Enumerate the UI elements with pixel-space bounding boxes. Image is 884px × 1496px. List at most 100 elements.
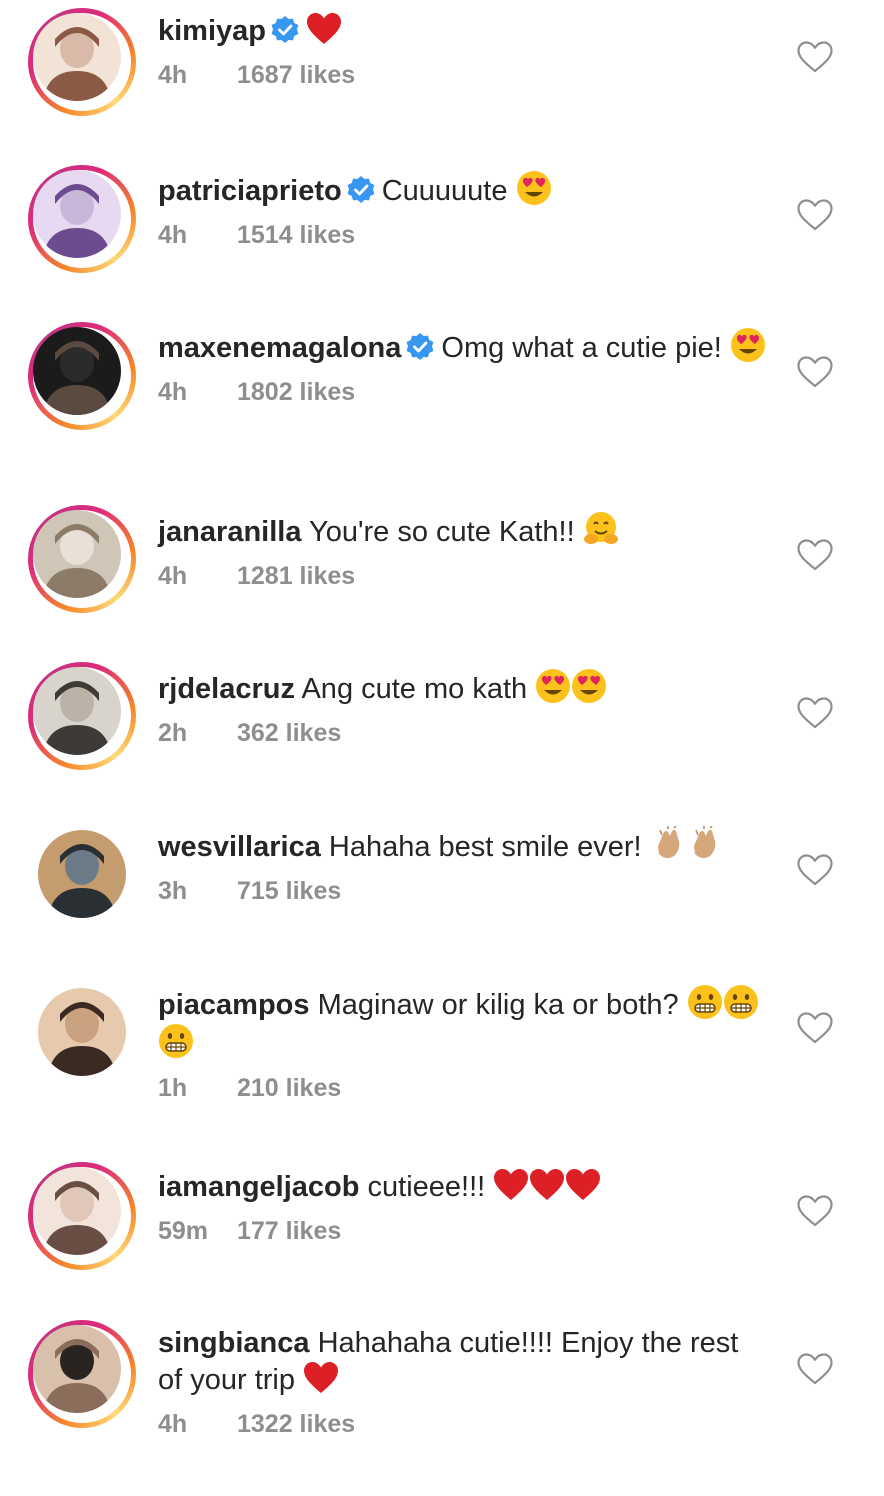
avatar-photo	[33, 170, 121, 258]
avatar[interactable]	[28, 978, 136, 1086]
comment-body: singbianca Hahahaha cutie!!!! Enjoy the …	[158, 1325, 768, 1439]
heart-outline-icon	[797, 356, 833, 388]
comment-likes-count[interactable]: 177 likes	[237, 1217, 341, 1245]
comment-username[interactable]: singbianca	[158, 1327, 310, 1359]
avatar-photo	[38, 988, 126, 1076]
comment-timestamp: 4h	[158, 378, 188, 406]
avatar[interactable]	[28, 165, 136, 273]
heart-outline-icon	[797, 199, 833, 231]
verified-badge-icon	[406, 333, 434, 360]
like-comment-button[interactable]	[796, 40, 834, 74]
grimace-emoji	[723, 985, 758, 1019]
comment-text: singbianca Hahahaha cutie!!!! Enjoy the …	[158, 1325, 768, 1398]
comment-body: maxenemagalona Omg what a cutie pie! 4h 18…	[158, 327, 768, 407]
hugging-emoji	[583, 512, 618, 544]
avatar-photo	[33, 1325, 121, 1413]
comment-likes-count[interactable]: 1281 likes	[237, 562, 355, 590]
comment-message: Omg what a cutie pie!	[441, 332, 722, 364]
like-comment-button[interactable]	[796, 853, 834, 887]
avatar[interactable]	[28, 8, 136, 116]
comment-timestamp: 3h	[158, 877, 188, 905]
comment-timestamp: 4h	[158, 221, 188, 249]
comment-username[interactable]: iamangeljacob	[158, 1171, 359, 1203]
comment-likes-count[interactable]: 1802 likes	[237, 378, 355, 406]
comment-username[interactable]: kimiyap	[158, 15, 266, 47]
comment-meta: 2h 362 likes	[158, 719, 768, 748]
comment-text: patriciaprieto Cuuuuute	[158, 170, 768, 209]
avatar-photo	[33, 1167, 121, 1255]
like-comment-button[interactable]	[796, 1352, 834, 1386]
like-comment-button[interactable]	[796, 1194, 834, 1228]
comment-likes-count[interactable]: 210 likes	[237, 1074, 341, 1102]
heart-eyes-emoji	[572, 669, 607, 703]
heart-outline-icon	[797, 1353, 833, 1385]
comment-timestamp: 2h	[158, 719, 188, 747]
comment-likes-count[interactable]: 362 likes	[237, 719, 341, 747]
comment-message: Cuuuuute	[381, 175, 508, 207]
clap-emoji	[693, 826, 716, 859]
avatar[interactable]	[28, 820, 136, 928]
avatar[interactable]	[28, 322, 136, 430]
comment-text: rjdelacruz Ang cute mo kath	[158, 668, 768, 707]
heart-outline-icon	[797, 41, 833, 73]
comment-meta: 4h 1514 likes	[158, 221, 768, 250]
like-comment-button[interactable]	[796, 198, 834, 232]
comment-timestamp: 4h	[158, 1410, 188, 1438]
avatar[interactable]	[28, 1162, 136, 1270]
red-heart-emoji	[304, 1362, 339, 1393]
comment-username[interactable]: piacampos	[158, 989, 310, 1021]
heart-outline-icon	[797, 1195, 833, 1227]
like-comment-button[interactable]	[796, 1011, 834, 1045]
red-heart-emoji	[307, 13, 341, 44]
comment-username[interactable]: rjdelacruz	[158, 673, 295, 705]
comment-timestamp: 1h	[158, 1074, 188, 1102]
comment-text: iamangeljacob cutieee!!!	[158, 1168, 768, 1205]
comment-meta: 4h 1687 likes	[158, 61, 768, 90]
comment-message: cutieee!!!	[367, 1171, 486, 1203]
comment-likes-count[interactable]: 1687 likes	[237, 61, 355, 89]
red-heart-emoji	[494, 1169, 529, 1200]
like-comment-button[interactable]	[796, 355, 834, 389]
comment-text: maxenemagalona Omg what a cutie pie!	[158, 327, 768, 366]
comment-message: Hahaha best smile ever!	[328, 831, 642, 863]
heart-outline-icon	[797, 539, 833, 571]
comment-body: patriciaprieto Cuuuuute 4h 1514 likes	[158, 170, 768, 250]
avatar[interactable]	[28, 1320, 136, 1428]
avatar-photo	[33, 13, 121, 101]
avatar[interactable]	[28, 505, 136, 613]
comment-likes-count[interactable]: 1514 likes	[237, 221, 355, 249]
comment-meta: 4h 1322 likes	[158, 1410, 768, 1439]
comment-message: Ang cute mo kath	[301, 673, 528, 705]
comment-text: kimiyap	[158, 12, 768, 49]
comment-text: piacampos Maginaw or kilig ka or both?	[158, 984, 768, 1062]
clap-emoji	[657, 826, 680, 859]
comment-meta: 59m 177 likes	[158, 1217, 768, 1246]
heart-eyes-emoji	[536, 669, 571, 703]
comment-likes-count[interactable]: 1322 likes	[237, 1410, 355, 1438]
comment-meta: 1h 210 likes	[158, 1074, 768, 1103]
comment-username[interactable]: maxenemagalona	[158, 332, 401, 364]
red-heart-emoji	[566, 1169, 601, 1200]
comment-likes-count[interactable]: 715 likes	[237, 877, 341, 905]
comment-username[interactable]: janaranilla	[158, 516, 301, 548]
heart-outline-icon	[797, 854, 833, 886]
comment-meta: 3h 715 likes	[158, 877, 768, 906]
heart-outline-icon	[797, 1012, 833, 1044]
comment-body: kimiyap 4h 1687 likes	[158, 12, 768, 90]
avatar-photo	[33, 510, 121, 598]
comment-timestamp: 4h	[158, 61, 188, 89]
comment-body: janaranilla You're so cute Kath!! 4h 1281…	[158, 511, 768, 591]
avatar-photo	[38, 830, 126, 918]
comment-body: rjdelacruz Ang cute mo kath 2h 362 likes	[158, 668, 768, 748]
comment-username[interactable]: patriciaprieto	[158, 175, 342, 207]
comment-username[interactable]: wesvillarica	[158, 831, 321, 863]
like-comment-button[interactable]	[796, 696, 834, 730]
like-comment-button[interactable]	[796, 538, 834, 572]
comment-meta: 4h 1281 likes	[158, 562, 768, 591]
comment-message: Maginaw or kilig ka or both?	[317, 989, 679, 1021]
comment-timestamp: 4h	[158, 562, 188, 590]
comment-text: wesvillarica Hahaha best smile ever!	[158, 826, 768, 865]
grimace-emoji	[159, 1024, 193, 1058]
comment-body: wesvillarica Hahaha best smile ever! 3h 7…	[158, 826, 768, 906]
avatar[interactable]	[28, 662, 136, 770]
